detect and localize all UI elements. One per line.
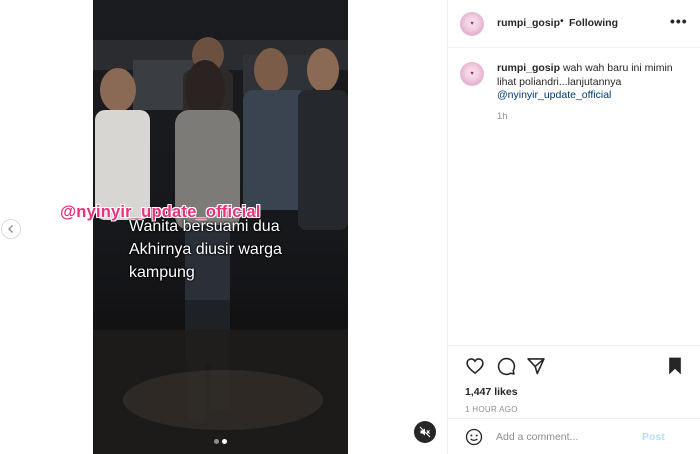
- caption-mention-link[interactable]: @nyinyir_update_official: [497, 89, 611, 101]
- header-separator: •: [560, 15, 564, 27]
- chevron-left-icon: [8, 225, 13, 233]
- paper-plane-icon[interactable]: [526, 356, 546, 376]
- following-button[interactable]: Following: [569, 17, 618, 29]
- avatar-logo: ♥: [470, 71, 474, 77]
- comment-input[interactable]: [496, 428, 646, 446]
- carousel-dot: [214, 439, 219, 444]
- caption-username[interactable]: rumpi_gosip: [497, 62, 560, 74]
- media-area: @nyinyir_update_official Wanita bersuami…: [0, 0, 447, 454]
- video-caption-line-2: Akhirnya diusir warga: [129, 241, 282, 258]
- caption-avatar[interactable]: ♥: [460, 62, 484, 86]
- post-side-panel: ♥ rumpi_gosip • Following ••• ♥ rumpi_go…: [447, 0, 700, 454]
- smiley-icon[interactable]: [465, 428, 483, 446]
- heart-icon[interactable]: [465, 356, 485, 376]
- previous-post-button[interactable]: [1, 219, 21, 239]
- post-actions-bar: [448, 345, 700, 385]
- caption-timestamp: 1h: [497, 111, 508, 122]
- comment-bar: Post: [448, 418, 700, 454]
- likes-count[interactable]: 1,447 likes: [465, 386, 518, 398]
- mute-button[interactable]: [414, 421, 436, 443]
- speaker-muted-icon: [419, 426, 431, 438]
- carousel-dot-active: [222, 439, 227, 444]
- video-caption-line-3: kampung: [129, 264, 195, 281]
- post-comment-button[interactable]: Post: [642, 431, 665, 443]
- post-caption: rumpi_gosip wah wah baru ini mimin lihat…: [497, 62, 692, 103]
- comment-bubble-icon[interactable]: [496, 356, 516, 376]
- post-header: ♥ rumpi_gosip • Following •••: [448, 0, 700, 48]
- post-timestamp: 1 HOUR AGO: [465, 405, 518, 414]
- more-options-icon[interactable]: •••: [670, 13, 688, 29]
- header-username[interactable]: rumpi_gosip: [497, 17, 560, 29]
- avatar[interactable]: ♥: [460, 12, 484, 36]
- bookmark-icon[interactable]: [666, 356, 684, 376]
- video-caption-line-1: Wanita bersuami dua: [129, 218, 280, 235]
- carousel-indicator: [214, 439, 227, 444]
- avatar-logo: ♥: [470, 21, 474, 27]
